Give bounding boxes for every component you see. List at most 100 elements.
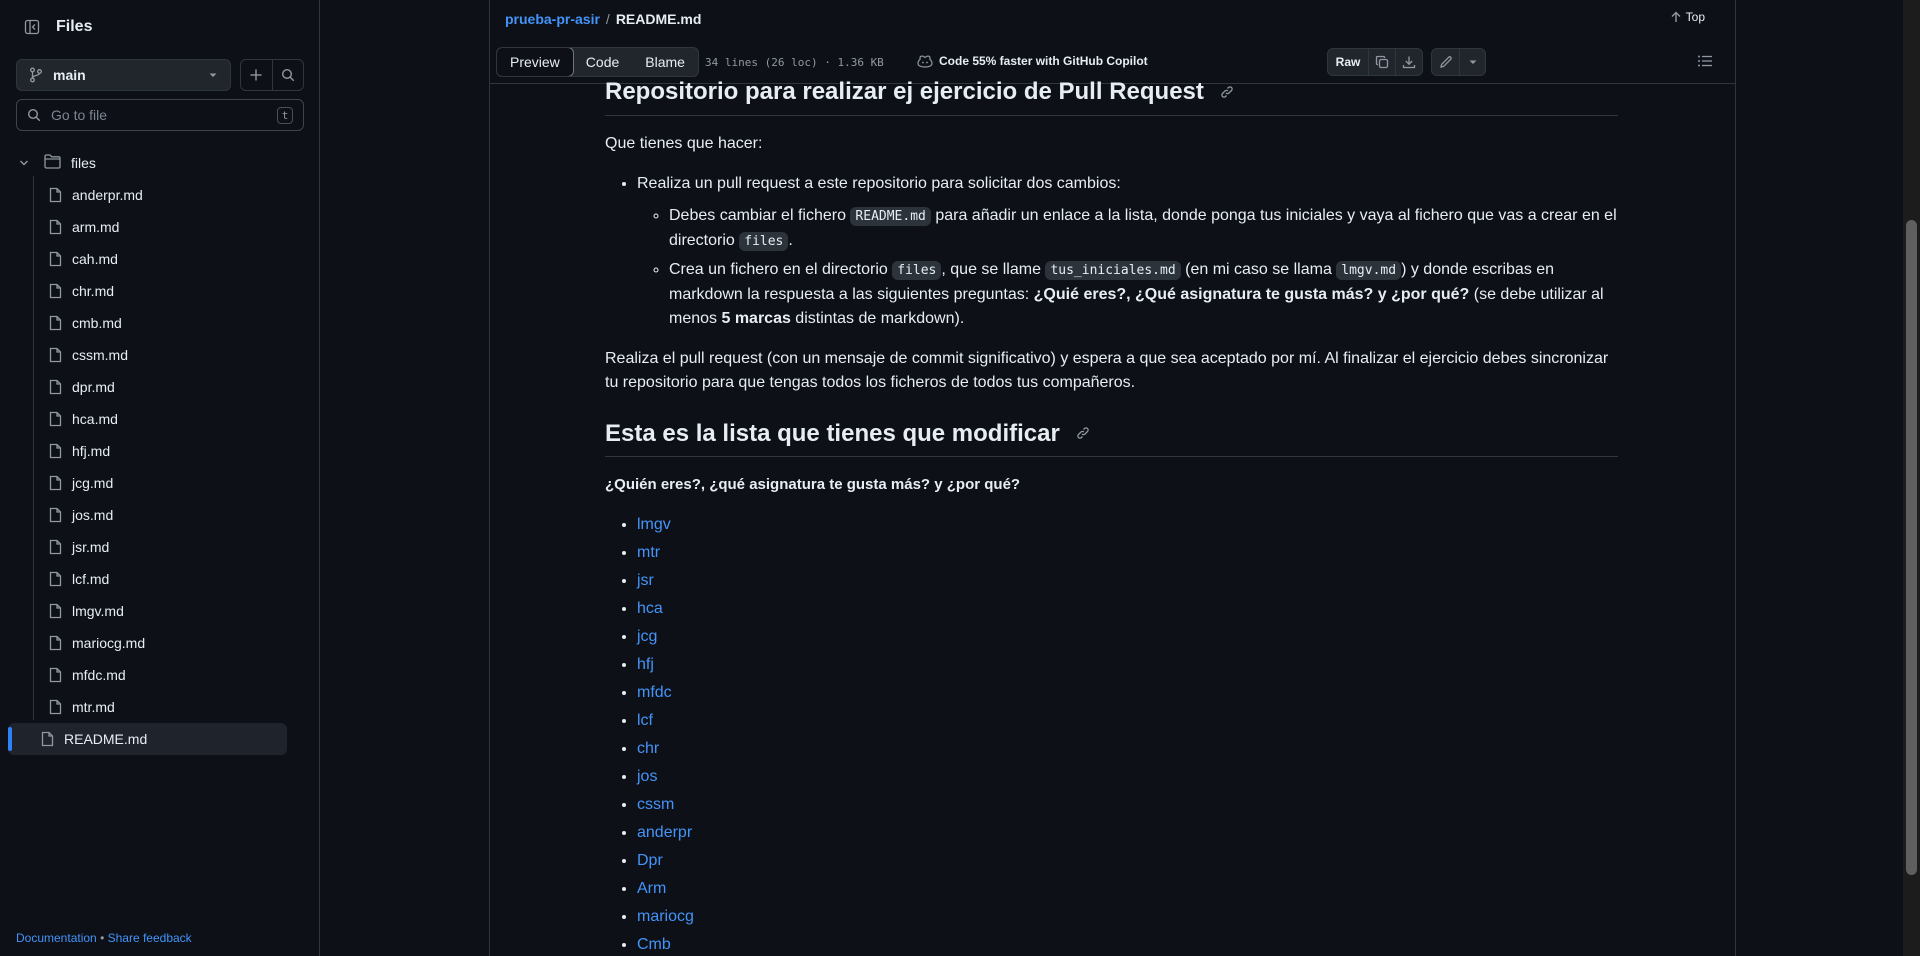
tree-file[interactable]: dpr.md <box>0 371 320 403</box>
branch-selector[interactable]: main <box>16 59 231 91</box>
list-item: mfdc <box>637 681 1618 705</box>
list-item: mtr <box>637 541 1618 565</box>
list-item: Arm <box>637 877 1618 901</box>
raw-button[interactable]: Raw <box>1328 49 1368 75</box>
shortcut-key: t <box>277 106 293 124</box>
tree-file[interactable]: mfdc.md <box>0 659 320 691</box>
copilot-promo[interactable]: Code 55% faster with GitHub Copilot <box>917 54 1148 68</box>
inline-code: tus_iniciales.md <box>1045 260 1181 280</box>
sidebar-footer: Documentation • Share feedback <box>16 931 192 945</box>
list-item: jsr <box>637 569 1618 593</box>
student-link[interactable]: jos <box>637 768 657 785</box>
file-tree: files anderpr.md arm.md cah.md chr.md cmb.md… <box>0 147 320 755</box>
link-icon[interactable] <box>1075 419 1091 449</box>
collapse-sidebar-button[interactable] <box>20 15 44 39</box>
student-link[interactable]: hfj <box>637 656 654 673</box>
student-link[interactable]: hca <box>637 600 663 617</box>
file-meta: 34 lines (26 loc) · 1.36 KB <box>705 56 884 69</box>
student-link[interactable]: chr <box>637 740 659 757</box>
tab-code[interactable]: Code <box>573 48 632 76</box>
file-icon <box>49 635 62 651</box>
file-icon <box>49 699 62 715</box>
heading-text: Repositorio para realizar ej ejercicio d… <box>605 78 1204 105</box>
tree-file-label: lmgv.md <box>72 603 124 619</box>
readme-content: Repositorio para realizar ej ejercicio d… <box>605 77 1618 956</box>
tree-file[interactable]: cah.md <box>0 243 320 275</box>
student-link[interactable]: cssm <box>637 796 674 813</box>
file-icon <box>41 731 54 747</box>
readme-heading-1: Repositorio para realizar ej ejercicio d… <box>605 77 1618 116</box>
tree-file[interactable]: mariocg.md <box>0 627 320 659</box>
inline-code: README.md <box>850 206 931 226</box>
file-list: anderpr.md arm.md cah.md chr.md cmb.md cssm.m… <box>0 179 320 723</box>
tab-blame[interactable]: Blame <box>632 48 698 76</box>
list-item: chr <box>637 737 1618 761</box>
search-code-button[interactable] <box>273 60 304 90</box>
go-to-file-input[interactable]: Go to file t <box>16 99 304 131</box>
student-link[interactable]: mtr <box>637 544 660 561</box>
link-icon[interactable] <box>1219 78 1235 108</box>
copy-raw-button[interactable] <box>1368 49 1395 75</box>
file-icon <box>49 475 62 491</box>
tree-file-label: jsr.md <box>72 539 110 555</box>
file-icon <box>49 667 62 683</box>
student-link[interactable]: lmgv <box>637 516 671 533</box>
share-feedback-link[interactable]: Share feedback <box>108 931 192 945</box>
file-icon <box>49 219 62 235</box>
student-link[interactable]: Arm <box>637 880 666 897</box>
top-button[interactable]: Top <box>1670 10 1705 24</box>
tree-file[interactable]: lmgv.md <box>0 595 320 627</box>
sidebar-collapse-icon <box>24 19 40 35</box>
branch-name: main <box>53 67 86 83</box>
file-icon <box>49 379 62 395</box>
student-link[interactable]: anderpr <box>637 824 692 841</box>
list-item: jos <box>637 765 1618 789</box>
tree-file[interactable]: mtr.md <box>0 691 320 723</box>
caret-down-icon <box>209 73 217 77</box>
student-link[interactable]: Dpr <box>637 852 663 869</box>
tree-file[interactable]: lcf.md <box>0 563 320 595</box>
readme-heading-2: Esta es la lista que tienes que modifica… <box>605 419 1618 458</box>
outline-button[interactable] <box>1697 54 1713 71</box>
top-label: Top <box>1685 10 1705 24</box>
student-link[interactable]: jcg <box>637 628 657 645</box>
tree-file[interactable]: jcg.md <box>0 467 320 499</box>
file-icon <box>49 283 62 299</box>
edit-menu-button[interactable] <box>1459 49 1485 75</box>
tree-file[interactable]: jos.md <box>0 499 320 531</box>
download-button[interactable] <box>1395 49 1422 75</box>
page-scrollbar[interactable] <box>1903 0 1920 956</box>
student-link[interactable]: mariocg <box>637 908 694 925</box>
student-link[interactable]: lcf <box>637 712 653 729</box>
edit-file-button[interactable] <box>1432 49 1459 75</box>
tree-folder-files[interactable]: files <box>0 147 320 179</box>
breadcrumb-repo-link[interactable]: prueba-pr-asir <box>505 11 600 27</box>
arrow-up-icon <box>1671 11 1681 22</box>
breadcrumb-separator: / <box>605 10 610 27</box>
bold-text: ¿Quié eres?, ¿Qué asignatura te gusta má… <box>1033 285 1470 303</box>
add-file-button[interactable] <box>241 60 273 90</box>
tree-file-label: chr.md <box>72 283 115 299</box>
text: Crea un fichero en el directorio <box>669 260 893 278</box>
tree-file[interactable]: arm.md <box>0 211 320 243</box>
documentation-link[interactable]: Documentation <box>16 931 97 945</box>
student-link[interactable]: mfdc <box>637 684 672 701</box>
tree-file[interactable]: cmb.md <box>0 307 320 339</box>
tree-file-readme[interactable]: README.md <box>8 723 287 755</box>
file-icon <box>49 539 62 555</box>
tree-file[interactable]: hfj.md <box>0 435 320 467</box>
tree-file[interactable]: chr.md <box>0 275 320 307</box>
student-link[interactable]: Cmb <box>637 936 671 953</box>
footer-bullet: • <box>100 931 105 945</box>
tree-file[interactable]: cssm.md <box>0 339 320 371</box>
chevron-down-icon[interactable] <box>18 157 30 169</box>
scrollbar-thumb[interactable] <box>1906 220 1917 875</box>
tree-file[interactable]: jsr.md <box>0 531 320 563</box>
tree-file[interactable]: hca.md <box>0 403 320 435</box>
app: Files main Go to file t files anderpr.md… <box>0 0 1920 956</box>
student-link[interactable]: jsr <box>637 572 654 589</box>
tab-preview[interactable]: Preview <box>496 48 574 76</box>
tree-file[interactable]: anderpr.md <box>0 179 320 211</box>
list-unordered-icon <box>1698 55 1712 67</box>
copy-icon <box>1375 55 1389 69</box>
